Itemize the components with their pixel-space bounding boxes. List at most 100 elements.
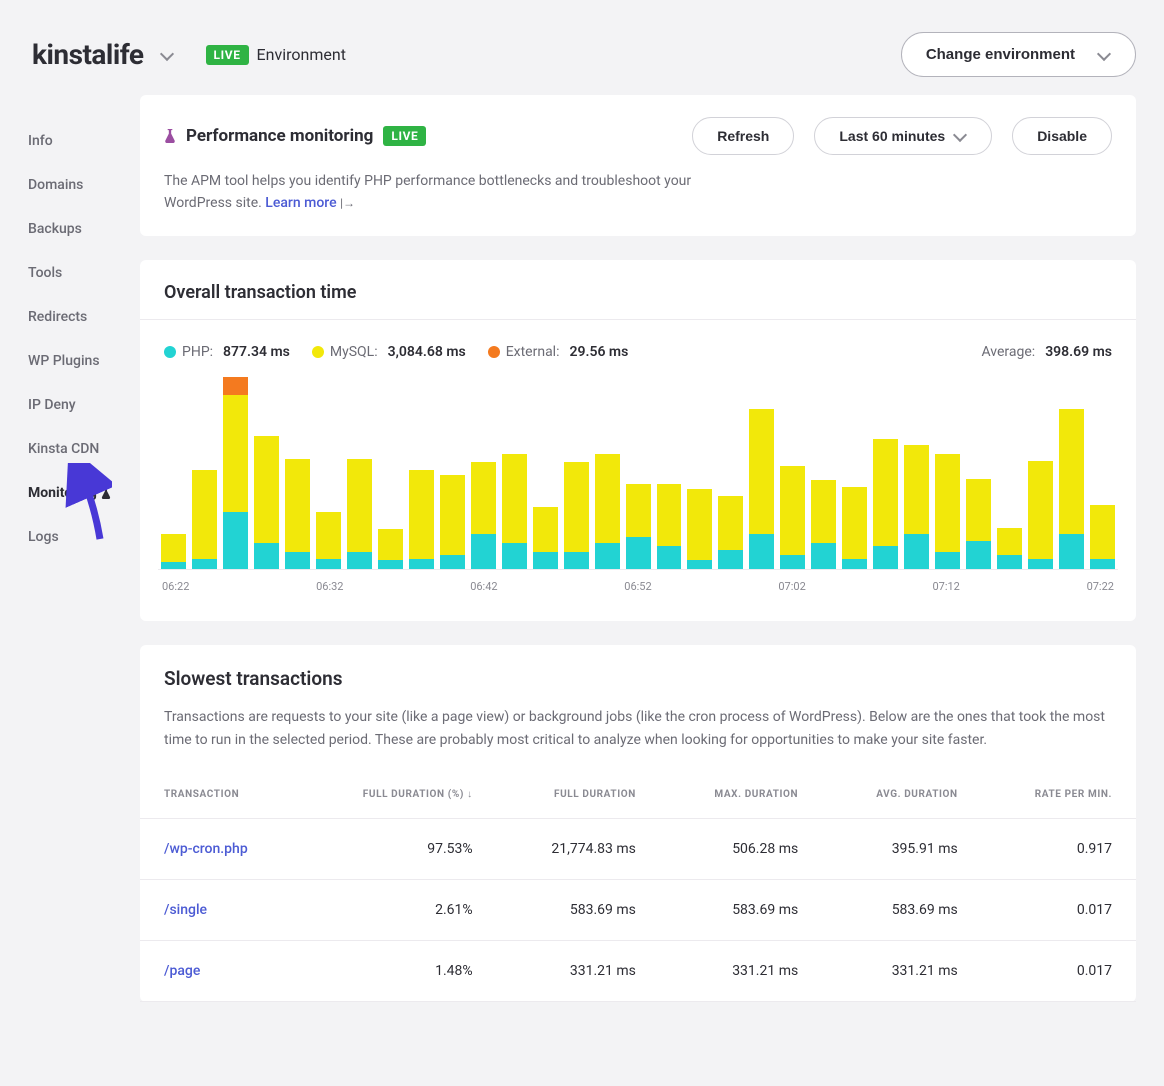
cell-max: 583.69 ms — [660, 880, 822, 941]
chart-bar[interactable] — [471, 462, 496, 569]
chart-bar[interactable] — [1028, 461, 1053, 570]
x-tick: 06:22 — [162, 580, 189, 593]
env-label: Environment — [257, 45, 346, 64]
chart-bar[interactable] — [533, 507, 558, 569]
dot-cyan-icon — [164, 346, 176, 358]
perf-live-badge: LIVE — [383, 126, 426, 146]
chart-bar[interactable] — [626, 484, 651, 570]
chart-bar[interactable] — [564, 462, 589, 569]
chart-bar[interactable] — [1090, 505, 1115, 569]
sidebar-item-kinsta-cdn[interactable]: Kinsta CDN — [28, 427, 140, 471]
chevron-down-icon — [1099, 51, 1111, 63]
disable-button[interactable]: Disable — [1012, 117, 1112, 155]
cell-avg: 395.91 ms — [822, 819, 982, 880]
cell-pct: 97.53% — [302, 819, 496, 880]
chart-bar[interactable] — [595, 454, 620, 570]
learn-more-link[interactable]: Learn more — [265, 195, 336, 211]
chart-bar[interactable] — [161, 534, 186, 570]
chart-bar[interactable] — [873, 439, 898, 569]
th-transaction[interactable]: Transaction — [140, 771, 302, 819]
sidebar-item-tools[interactable]: Tools — [28, 251, 140, 295]
chevron-down-icon — [955, 132, 967, 144]
sidebar-item-info[interactable]: Info — [28, 119, 140, 163]
change-env-label: Change environment — [926, 46, 1075, 63]
cell-full: 331.21 ms — [497, 941, 660, 1002]
cell-max: 506.28 ms — [660, 819, 822, 880]
sidebar-item-redirects[interactable]: Redirects — [28, 295, 140, 339]
chart-bar[interactable] — [502, 454, 527, 570]
chart-x-axis: 06:2206:3206:4206:5207:0207:1207:22 — [158, 570, 1118, 611]
chart-bar[interactable] — [378, 529, 403, 569]
sidebar-item-monitoring[interactable]: Monitoring — [28, 471, 140, 515]
sidebar-item-domains[interactable]: Domains — [28, 163, 140, 207]
slowest-title: Slowest transactions — [140, 645, 1136, 696]
flask-icon — [164, 129, 176, 143]
chart-bar[interactable] — [316, 512, 341, 569]
perf-description: The APM tool helps you identify PHP perf… — [140, 167, 760, 236]
cell-rate: 0.017 — [982, 941, 1136, 1002]
chart-bar[interactable] — [254, 436, 279, 570]
x-tick: 07:12 — [932, 580, 959, 593]
chart-bar[interactable] — [780, 466, 805, 569]
sidebar: Info Domains Backups Tools Redirects WP … — [0, 95, 140, 559]
chart-bar[interactable] — [997, 528, 1022, 569]
site-chevron-icon[interactable] — [162, 51, 174, 63]
th-full[interactable]: Full duration — [497, 771, 660, 819]
chart-bar[interactable] — [1059, 409, 1084, 569]
chart-bar[interactable] — [409, 470, 434, 570]
change-environment-button[interactable]: Change environment — [901, 32, 1136, 77]
th-pct[interactable]: Full duration (%) ↓ — [302, 771, 496, 819]
chart-bar[interactable] — [285, 459, 310, 569]
th-max[interactable]: Max. duration — [660, 771, 822, 819]
x-tick: 07:02 — [778, 580, 805, 593]
transaction-link[interactable]: /wp-cron.php — [164, 841, 248, 857]
x-tick: 06:52 — [624, 580, 651, 593]
chart-bar[interactable] — [440, 475, 465, 569]
average-value: 398.69 ms — [1045, 344, 1112, 360]
overall-title: Overall transaction time — [140, 260, 1136, 320]
cell-pct: 2.61% — [302, 880, 496, 941]
sidebar-item-backups[interactable]: Backups — [28, 207, 140, 251]
chart-bar[interactable] — [842, 487, 867, 569]
legend-mysql: MySQL: 3,084.68 ms — [312, 344, 466, 360]
chart-bar[interactable] — [223, 377, 248, 569]
sidebar-item-wp-plugins[interactable]: WP Plugins — [28, 339, 140, 383]
table-row: /wp-cron.php 97.53%21,774.83 ms506.28 ms3… — [140, 819, 1136, 880]
cell-rate: 0.017 — [982, 880, 1136, 941]
chart-bar[interactable] — [718, 496, 743, 569]
site-name: kinstalife — [32, 38, 144, 71]
refresh-button[interactable]: Refresh — [692, 117, 794, 155]
chart-bar[interactable] — [904, 445, 929, 570]
transaction-link[interactable]: /page — [164, 963, 200, 979]
cell-full: 583.69 ms — [497, 880, 660, 941]
legend-average: Average: 398.69 ms — [982, 344, 1112, 360]
sort-desc-icon: ↓ — [467, 789, 473, 800]
sidebar-item-ip-deny[interactable]: IP Deny — [28, 383, 140, 427]
cell-avg: 331.21 ms — [822, 941, 982, 1002]
x-tick: 07:22 — [1087, 580, 1114, 593]
chart-bar[interactable] — [811, 480, 836, 569]
th-avg[interactable]: Avg. duration — [822, 771, 982, 819]
chart-bar[interactable] — [935, 454, 960, 570]
sidebar-item-label: Monitoring — [28, 485, 97, 501]
table-row: /page1.48%331.21 ms331.21 ms331.21 ms0.0… — [140, 941, 1136, 1002]
cell-full: 21,774.83 ms — [497, 819, 660, 880]
sidebar-item-logs[interactable]: Logs — [28, 515, 140, 559]
x-tick: 06:32 — [316, 580, 343, 593]
chart-bar[interactable] — [192, 470, 217, 570]
chart-bar[interactable] — [657, 484, 682, 570]
chart-bar[interactable] — [347, 459, 372, 569]
chart-bar[interactable] — [749, 409, 774, 569]
cell-max: 331.21 ms — [660, 941, 822, 1002]
transaction-link[interactable]: /single — [164, 902, 207, 918]
time-range-button[interactable]: Last 60 minutes — [814, 117, 992, 155]
dot-orange-icon — [488, 346, 500, 358]
transaction-chart — [158, 374, 1118, 570]
external-link-icon: |→ — [340, 196, 355, 210]
chart-bar[interactable] — [966, 479, 991, 570]
mysql-value: 3,084.68 ms — [388, 344, 466, 360]
th-rate[interactable]: Rate per min. — [982, 771, 1136, 819]
chart-bar[interactable] — [687, 489, 712, 569]
perf-title: Performance monitoring — [186, 126, 373, 146]
php-value: 877.34 ms — [223, 344, 290, 360]
